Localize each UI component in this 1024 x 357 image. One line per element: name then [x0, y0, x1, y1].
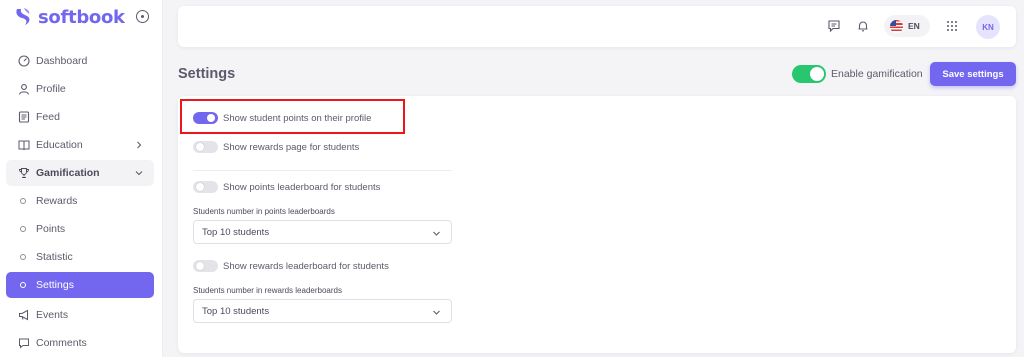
- sidebar-item-label: Education: [36, 139, 83, 151]
- megaphone-icon: [18, 309, 30, 321]
- show-rewards-leaderboard-toggle[interactable]: [193, 260, 218, 272]
- logo-mark-icon: [16, 8, 30, 25]
- setting-show-rewards-leaderboard: Show rewards leaderboard for students: [193, 260, 389, 272]
- sidebar: softbook Dashboard Profile Feed Educatio…: [0, 0, 163, 357]
- setting-label: Show rewards leaderboard for students: [223, 260, 389, 272]
- enable-gamification-toggle[interactable]: [792, 65, 826, 83]
- sidebar-item-feed[interactable]: Feed: [6, 104, 154, 130]
- sidebar-item-label: Dashboard: [36, 55, 88, 67]
- chevron-right-icon: [137, 141, 142, 149]
- us-flag-icon: [890, 19, 903, 33]
- points-leaderboard-count-select[interactable]: Top 10 students: [193, 220, 452, 244]
- bell-icon[interactable]: [856, 19, 870, 33]
- sidebar-item-points[interactable]: Points: [6, 216, 154, 242]
- chat-icon[interactable]: [827, 19, 841, 33]
- setting-show-points-leaderboard: Show points leaderboard for students: [193, 181, 380, 193]
- chevron-down-icon: [433, 231, 440, 236]
- setting-label: Show points leaderboard for students: [223, 181, 381, 193]
- trophy-icon: [18, 167, 30, 179]
- toggle-knob: [196, 262, 204, 270]
- sidebar-item-label: Gamification: [36, 167, 100, 179]
- apps-grid-icon[interactable]: [945, 19, 959, 33]
- sidebar-item-label: Statistic: [36, 251, 73, 263]
- chevron-down-icon: [135, 171, 143, 176]
- sidebar-item-label: Comments: [36, 337, 87, 349]
- sidebar-item-rewards[interactable]: Rewards: [6, 188, 154, 214]
- sidebar-item-label: Events: [36, 309, 69, 321]
- sidebar-item-gamification[interactable]: Gamification: [6, 160, 154, 186]
- highlight-box: [180, 99, 405, 134]
- sidebar-item-dashboard[interactable]: Dashboard: [6, 48, 154, 74]
- sidebar-item-label: Profile: [36, 83, 66, 95]
- rewards-leaderboard-count-label: Students number in rewards leaderboards: [193, 286, 342, 295]
- sidebar-item-settings[interactable]: Settings: [6, 272, 154, 298]
- rewards-leaderboard-count-select[interactable]: Top 10 students: [193, 299, 452, 323]
- bullet-icon: [20, 226, 26, 232]
- toggle-knob: [196, 143, 204, 151]
- sidebar-item-label: Points: [36, 223, 66, 235]
- chevron-down-icon: [433, 310, 440, 315]
- bullet-icon: [20, 198, 26, 204]
- sidebar-item-comments[interactable]: Comments: [6, 330, 154, 356]
- feed-icon: [18, 111, 30, 123]
- book-icon: [18, 139, 30, 151]
- page-title: Settings: [178, 66, 236, 82]
- bullet-icon: [20, 254, 26, 260]
- enable-gamification-label: Enable gamification: [831, 68, 923, 80]
- brand-name: softbook: [38, 6, 125, 28]
- dashboard-icon: [18, 55, 30, 67]
- toggle-knob: [810, 67, 824, 81]
- setting-label: Show rewards page for students: [223, 141, 360, 153]
- top-bar: EN KN: [178, 6, 1016, 47]
- sidebar-item-profile[interactable]: Profile: [6, 76, 154, 102]
- sidebar-item-label: Rewards: [36, 195, 78, 207]
- comment-icon: [18, 337, 30, 349]
- sidebar-item-label: Settings: [36, 279, 74, 291]
- points-leaderboard-count-label: Students number in points leaderboards: [193, 207, 335, 216]
- sidebar-item-education[interactable]: Education: [6, 132, 154, 158]
- language-code: EN: [908, 21, 920, 31]
- language-selector[interactable]: EN: [884, 15, 930, 37]
- sidebar-item-statistic[interactable]: Statistic: [6, 244, 154, 270]
- select-value: Top 10 students: [202, 226, 270, 238]
- setting-show-rewards-page: Show rewards page for students: [193, 141, 359, 153]
- show-points-leaderboard-toggle[interactable]: [193, 181, 218, 193]
- bullet-icon: [20, 282, 26, 288]
- collapse-sidebar-button[interactable]: [136, 10, 149, 23]
- sidebar-item-events[interactable]: Events: [6, 302, 154, 328]
- sidebar-item-label: Feed: [36, 111, 60, 123]
- divider: [193, 170, 452, 171]
- user-icon: [18, 83, 30, 95]
- show-rewards-page-toggle[interactable]: [193, 141, 218, 153]
- avatar[interactable]: KN: [976, 15, 1000, 39]
- toggle-knob: [196, 183, 204, 191]
- save-settings-button[interactable]: Save settings: [930, 62, 1016, 86]
- select-value: Top 10 students: [202, 305, 270, 317]
- logo[interactable]: softbook: [12, 6, 125, 28]
